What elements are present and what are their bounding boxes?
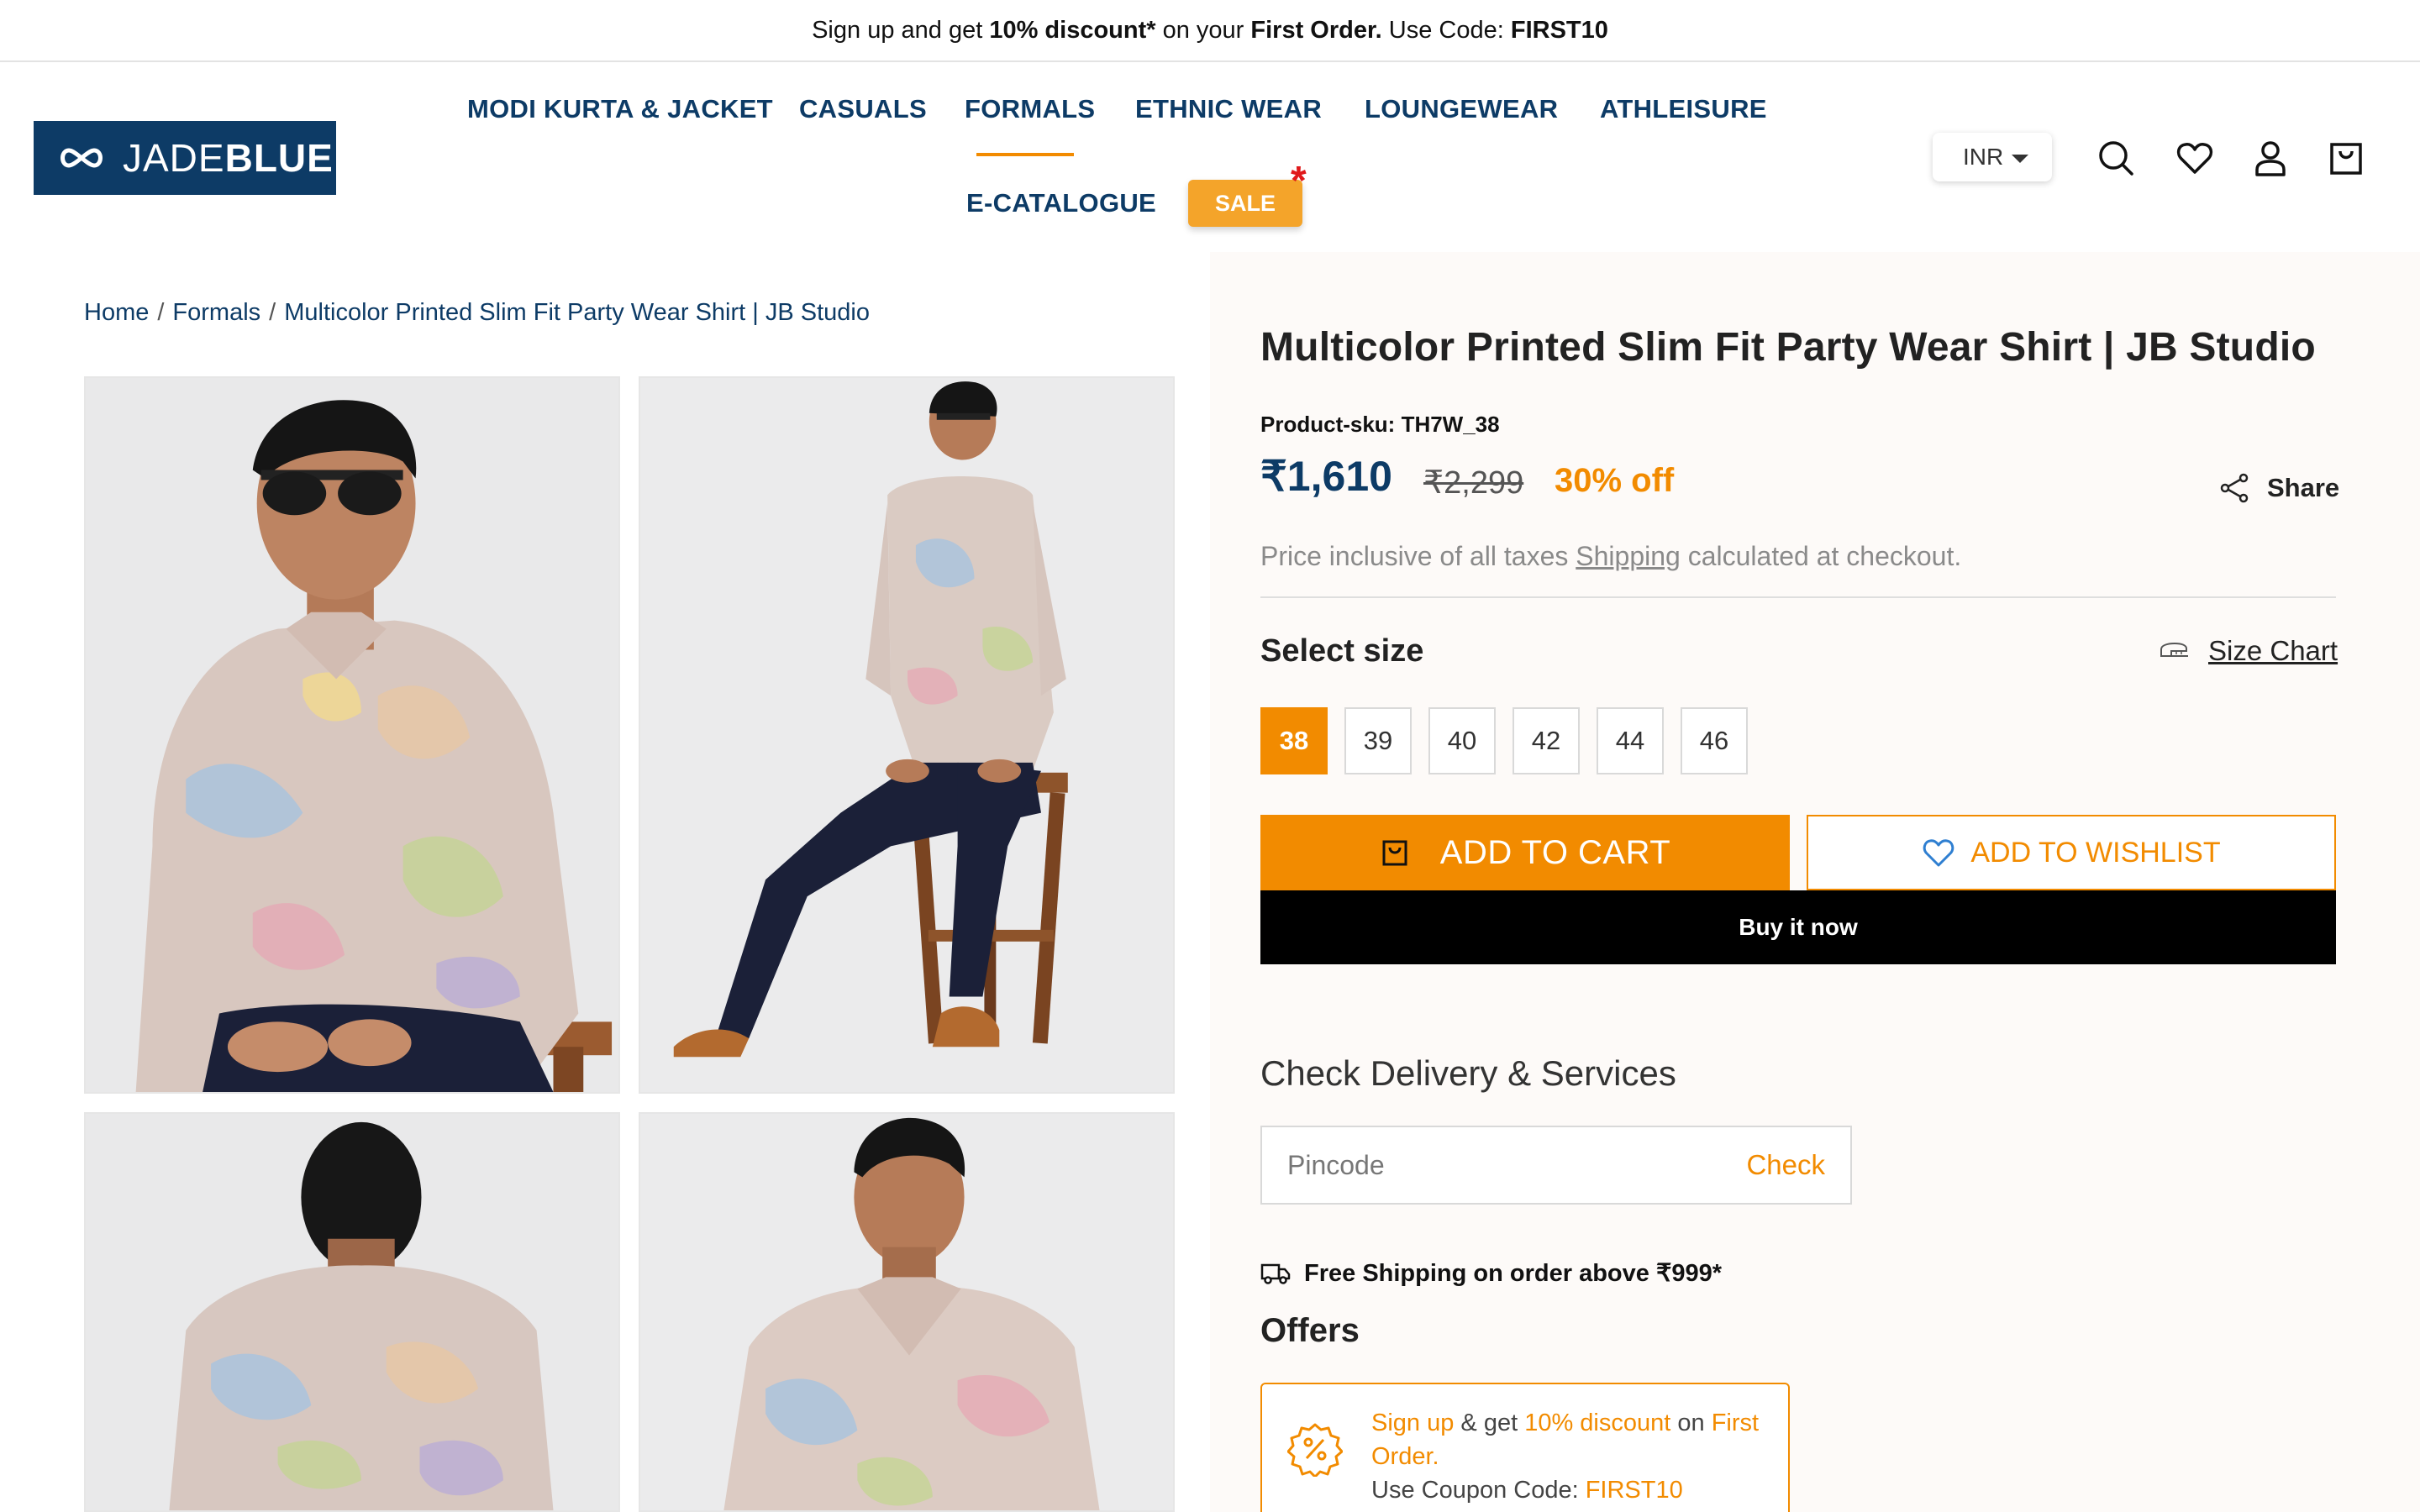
discount-badge-icon <box>1287 1423 1343 1477</box>
chevron-down-icon <box>2012 155 2028 163</box>
jadeblue-logo[interactable]: JADEBLUE <box>34 121 336 195</box>
ruler-icon <box>2160 642 2188 657</box>
size-option-42[interactable]: 42 <box>1512 707 1580 774</box>
share-icon <box>2220 473 2249 503</box>
bag-icon <box>1382 840 1407 866</box>
product-image-1[interactable] <box>84 376 620 1094</box>
pincode-input[interactable] <box>1287 1149 1747 1181</box>
delivery-heading: Check Delivery & Services <box>1260 1053 1676 1093</box>
pincode-field: Check <box>1260 1126 1852 1205</box>
add-to-wishlist-label: ADD TO WISHLIST <box>1970 836 2221 869</box>
size-chart-label: Size Chart <box>2208 635 2338 666</box>
product-title: Multicolor Printed Slim Fit Party Wear S… <box>1260 325 2316 370</box>
sale-star: * <box>1291 159 1307 203</box>
check-pincode-button[interactable]: Check <box>1746 1149 1825 1181</box>
product-image-2[interactable] <box>639 376 1175 1094</box>
discount-label: 30% off <box>1555 462 1675 499</box>
offer-card: Sign up & get 10% discount on First Orde… <box>1260 1383 1790 1512</box>
currency-selector[interactable]: INR <box>1933 133 2052 181</box>
product-image-4[interactable] <box>639 1112 1175 1512</box>
heart-icon[interactable] <box>2175 138 2215 178</box>
breadcrumb-separator: / <box>269 299 276 326</box>
nav-active-underline <box>976 153 1074 156</box>
share-button[interactable]: Share <box>2218 472 2339 504</box>
user-icon[interactable] <box>2250 138 2291 178</box>
currency-value: INR <box>1963 144 2004 170</box>
truck-icon <box>1260 1263 1291 1284</box>
original-price: ₹2,299 <box>1423 465 1524 501</box>
nav-casuals[interactable]: CASUALS <box>799 94 927 124</box>
size-chart-link[interactable]: Size Chart <box>2160 635 2338 667</box>
logo-wordmark: JADEBLUE <box>123 136 334 180</box>
offers-heading: Offers <box>1260 1312 1360 1349</box>
add-to-cart-label: ADD TO CART <box>1439 833 1671 871</box>
breadcrumb-current: Multicolor Printed Slim Fit Party Wear S… <box>284 299 870 326</box>
breadcrumb-separator: / <box>157 299 165 326</box>
size-options: 38 39 40 42 44 46 <box>1260 707 1748 774</box>
nav-sale-badge[interactable]: SALE <box>1188 180 1302 227</box>
divider <box>1260 596 2336 598</box>
announcement-text: Sign up and get 10% discount* on your Fi… <box>812 16 1608 44</box>
offer-signup-link[interactable]: Sign up <box>1371 1410 1454 1436</box>
nav-e-catalogue[interactable]: E-CATALOGUE <box>966 188 1156 218</box>
nav-formals[interactable]: FORMALS <box>965 94 1095 124</box>
shipping-link[interactable]: Shipping <box>1576 541 1681 571</box>
size-option-46[interactable]: 46 <box>1681 707 1748 774</box>
add-to-wishlist-button[interactable]: ADD TO WISHLIST <box>1807 815 2336 890</box>
infinity-icon <box>60 148 103 168</box>
buy-now-button[interactable]: Buy it now <box>1260 890 2336 964</box>
breadcrumb: Home / Formals / Multicolor Printed Slim Fit… <box>84 299 870 327</box>
free-shipping-text: Free Shipping on order above ₹999* <box>1304 1260 1723 1287</box>
select-size-label: Select size <box>1260 633 1424 669</box>
coupon-code: FIRST10 <box>1585 1477 1683 1504</box>
size-option-44[interactable]: 44 <box>1597 707 1664 774</box>
size-option-39[interactable]: 39 <box>1344 707 1412 774</box>
tax-note: Price inclusive of all taxes Shipping ca… <box>1260 541 1962 571</box>
offer-text: Sign up & get 10% discount on First Orde… <box>1371 1410 1760 1504</box>
nav-athleisure[interactable]: ATHLEISURE <box>1600 94 1767 124</box>
breadcrumb-home[interactable]: Home <box>84 299 149 327</box>
product-image-3[interactable] <box>84 1112 620 1512</box>
sale-price: ₹1,610 <box>1260 453 1392 500</box>
bag-icon[interactable] <box>2326 138 2366 178</box>
add-to-cart-button[interactable]: ADD TO CART <box>1260 815 1790 890</box>
free-shipping-note: Free Shipping on order above ₹999* <box>1260 1258 1722 1288</box>
product-sku: Product-sku: TH7W_38 <box>1260 412 1500 437</box>
heart-icon <box>1923 839 1954 867</box>
nav-ethnic-wear[interactable]: ETHNIC WEAR <box>1135 94 1322 124</box>
site-header: JADEBLUE MODI KURTA & JACKET CASUALS FOR… <box>0 64 2420 252</box>
breadcrumb-formals[interactable]: Formals <box>172 299 260 327</box>
search-icon[interactable] <box>2096 138 2136 178</box>
share-label: Share <box>2267 473 2340 502</box>
nav-modi-kurta-jacket[interactable]: MODI KURTA & JACKET <box>467 94 773 124</box>
announcement-bar: Sign up and get 10% discount* on your Fi… <box>0 0 2420 62</box>
nav-loungewear[interactable]: LOUNGEWEAR <box>1365 94 1558 124</box>
size-option-38[interactable]: 38 <box>1260 707 1328 774</box>
size-option-40[interactable]: 40 <box>1428 707 1496 774</box>
